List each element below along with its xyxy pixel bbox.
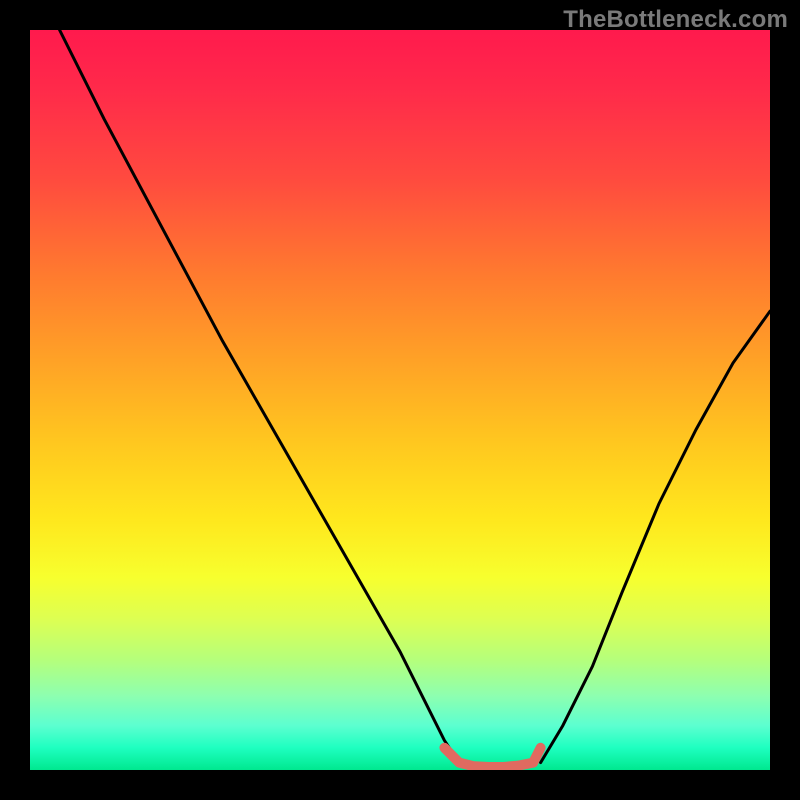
plot-area — [30, 30, 770, 770]
curve-left-arm — [60, 30, 460, 763]
curve-layer — [30, 30, 770, 770]
curve-right-arm — [541, 311, 770, 762]
curve-bottom-highlight — [444, 748, 540, 767]
watermark-text: TheBottleneck.com — [563, 6, 788, 34]
chart-frame: TheBottleneck.com — [0, 0, 800, 800]
